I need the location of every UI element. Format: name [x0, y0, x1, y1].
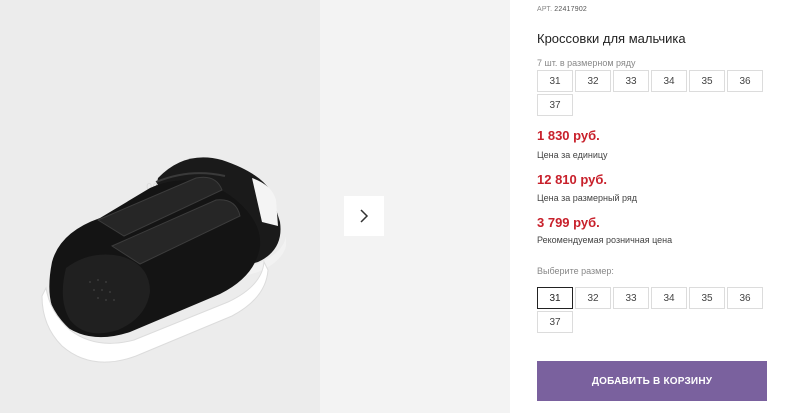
- pack-size-cell: 35: [689, 70, 725, 92]
- size-option-32[interactable]: 32: [575, 287, 611, 309]
- pack-size-cell: 32: [575, 70, 611, 92]
- chevron-right-icon: [360, 209, 369, 223]
- product-image[interactable]: 00: [0, 0, 320, 413]
- pack-size-cell: 31: [537, 70, 573, 92]
- pack-note: 7 шт. в размерном ряду: [537, 58, 636, 68]
- pack-price: 12 810 руб.: [537, 172, 608, 187]
- pack-size-cell: 37: [537, 94, 573, 116]
- article: АРТ. 22417902: [537, 6, 587, 13]
- article-number: 22417902: [554, 6, 588, 13]
- size-option-35[interactable]: 35: [689, 287, 725, 309]
- size-option-37[interactable]: 37: [537, 311, 573, 333]
- unit-price: 1 830 руб.: [537, 128, 600, 143]
- sneakers-image: 00: [41, 157, 286, 363]
- pack-price-caption: Цена за размерный ряд: [537, 193, 638, 203]
- retail-price: 3 799 руб.: [537, 215, 600, 230]
- size-option-33[interactable]: 33: [613, 287, 649, 309]
- pack-size-cell: 33: [613, 70, 649, 92]
- product-title: Кроссовки для мальчика: [537, 31, 686, 46]
- unit-price-caption: Цена за единицу: [537, 150, 608, 160]
- add-to-cart-button[interactable]: ДОБАВИТЬ В КОРЗИНУ: [537, 361, 767, 401]
- pack-size-cell: 36: [727, 70, 763, 92]
- front-sneaker: [41, 176, 269, 363]
- size-option-34[interactable]: 34: [651, 287, 687, 309]
- product-gallery: 00: [0, 0, 510, 413]
- article-label: АРТ.: [537, 6, 553, 13]
- size-option-31[interactable]: 31: [537, 287, 573, 309]
- next-image-button[interactable]: [344, 196, 384, 236]
- size-select-label: Выберите размер:: [537, 266, 614, 276]
- retail-price-caption: Рекомендуемая розничная цена: [537, 235, 673, 245]
- pack-size-cell: 34: [651, 70, 687, 92]
- size-option-36[interactable]: 36: [727, 287, 763, 309]
